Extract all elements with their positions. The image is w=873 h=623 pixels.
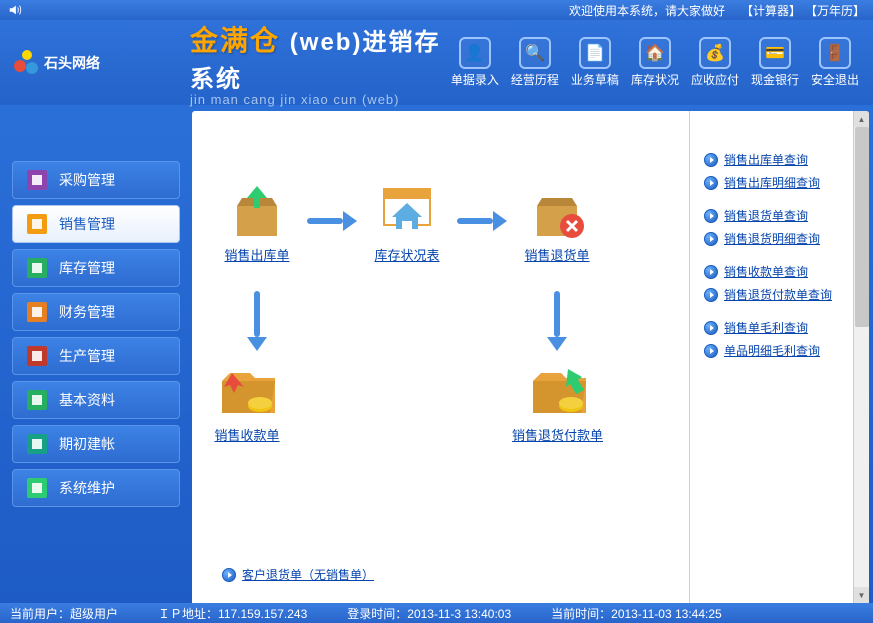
arrow-icon [307, 211, 357, 231]
sidebar: 采购管理销售管理库存管理财务管理生产管理基本资料期初建帐系统维护 [4, 111, 192, 603]
nav-icon [27, 346, 47, 366]
bullet-icon [704, 153, 718, 167]
topbar: 欢迎使用本系统，请大家做好 【计算器】 【万年历】 [0, 0, 873, 20]
nav-icon [27, 434, 47, 454]
toolbar-icon: 🏠 [639, 37, 671, 69]
bullet-icon [704, 344, 718, 358]
status-ip: ＩＰ地址：117.159.157.243 [158, 605, 307, 622]
box-cancel-icon [522, 181, 592, 241]
speaker-icon [8, 3, 22, 17]
nav-4[interactable]: 生产管理 [12, 337, 180, 375]
header: 石头网络 金满仓 (web)进销存系统 jin man cang jin xia… [0, 20, 873, 105]
nav-icon [27, 302, 47, 322]
scroll-down-icon[interactable]: ▼ [854, 587, 869, 603]
nav-7[interactable]: 系统维护 [12, 469, 180, 507]
toolbar-3[interactable]: 🏠库存状况 [627, 35, 683, 90]
query-link[interactable]: 销售收款单查询 [704, 263, 861, 280]
status-login: 登录时间：2013-11-3 13:40:03 [347, 605, 511, 622]
flow-stock[interactable]: 库存状况表 [372, 181, 442, 264]
status-user: 当前用户：超级用户 [10, 605, 118, 622]
query-link[interactable]: 销售出库明细查询 [704, 174, 861, 191]
scroll-thumb[interactable] [855, 127, 869, 327]
toolbar-5[interactable]: 💳现金银行 [747, 35, 803, 90]
logo: 石头网络 [10, 48, 190, 78]
customer-return-link[interactable]: 客户退货单（无销售单） [222, 566, 374, 583]
bullet-icon [704, 176, 718, 190]
flow-receipt[interactable]: 销售收款单 [212, 361, 282, 444]
nav-2[interactable]: 库存管理 [12, 249, 180, 287]
query-panel: 销售出库单查询销售出库明细查询销售退货单查询销售退货明细查询销售收款单查询销售退… [689, 111, 869, 603]
query-group-2: 销售收款单查询销售退货付款单查询 [704, 263, 861, 303]
toolbar-icon: 👤 [459, 37, 491, 69]
folder-coins-icon [212, 361, 282, 421]
statusbar: 当前用户：超级用户 ＩＰ地址：117.159.157.243 登录时间：2013… [0, 603, 873, 623]
logo-icon [10, 48, 40, 78]
bullet-icon [222, 568, 236, 582]
bullet-icon [704, 209, 718, 223]
arrow-down-icon [247, 291, 267, 351]
arrow-icon [457, 211, 507, 231]
nav-3[interactable]: 财务管理 [12, 293, 180, 331]
flow-return[interactable]: 销售退货单 [522, 181, 592, 264]
toolbar-2[interactable]: 📄业务草稿 [567, 35, 623, 90]
flow-sales-out[interactable]: 销售出库单 [222, 181, 292, 264]
toolbar-4[interactable]: 💰应收应付 [687, 35, 743, 90]
calculator-link[interactable]: 【计算器】 [741, 2, 801, 19]
bullet-icon [704, 232, 718, 246]
box-out-icon [222, 181, 292, 241]
nav-icon [27, 170, 47, 190]
query-group-0: 销售出库单查询销售出库明细查询 [704, 151, 861, 191]
query-link[interactable]: 销售退货明细查询 [704, 230, 861, 247]
calendar-link[interactable]: 【万年历】 [805, 2, 865, 19]
arrow-down-icon [547, 291, 567, 351]
bullet-icon [704, 265, 718, 279]
query-link[interactable]: 销售退货付款单查询 [704, 286, 861, 303]
bullet-icon [704, 321, 718, 335]
query-link[interactable]: 销售单毛利查询 [704, 319, 861, 336]
query-group-1: 销售退货单查询销售退货明细查询 [704, 207, 861, 247]
flow-refund[interactable]: 销售退货付款单 [512, 361, 603, 444]
bullet-icon [704, 288, 718, 302]
query-link[interactable]: 销售退货单查询 [704, 207, 861, 224]
scroll-up-icon[interactable]: ▲ [854, 111, 869, 127]
nav-6[interactable]: 期初建帐 [12, 425, 180, 463]
toolbar-6[interactable]: 🚪安全退出 [807, 35, 863, 90]
nav-5[interactable]: 基本资料 [12, 381, 180, 419]
toolbar-icon: 💳 [759, 37, 791, 69]
app-title: 金满仓 (web)进销存系统 jin man cang jin xiao cun… [190, 19, 447, 107]
scrollbar[interactable]: ▲ ▼ [853, 111, 869, 603]
nav-0[interactable]: 采购管理 [12, 161, 180, 199]
nav-icon [27, 214, 47, 234]
folder-arrow-icon [523, 361, 593, 421]
toolbar-1[interactable]: 🔍经营历程 [507, 35, 563, 90]
nav-1[interactable]: 销售管理 [12, 205, 180, 243]
nav-icon [27, 258, 47, 278]
toolbar-icon: 📄 [579, 37, 611, 69]
status-now: 当前时间：2013-11-03 13:44:25 [551, 605, 722, 622]
main-panel: 销售出库单 库存状况表 销售退货单 [192, 111, 869, 603]
toolbar-0[interactable]: 👤单据录入 [447, 35, 503, 90]
welcome-text: 欢迎使用本系统，请大家做好 [569, 2, 725, 19]
logo-text: 石头网络 [44, 53, 100, 73]
toolbar-icon: 🚪 [819, 37, 851, 69]
flow-canvas: 销售出库单 库存状况表 销售退货单 [192, 111, 689, 603]
toolbar: 👤单据录入🔍经营历程📄业务草稿🏠库存状况💰应收应付💳现金银行🚪安全退出 [447, 35, 863, 90]
nav-icon [27, 478, 47, 498]
query-link[interactable]: 销售出库单查询 [704, 151, 861, 168]
house-table-icon [372, 181, 442, 241]
toolbar-icon: 🔍 [519, 37, 551, 69]
toolbar-icon: 💰 [699, 37, 731, 69]
nav-icon [27, 390, 47, 410]
query-link[interactable]: 单品明细毛利查询 [704, 342, 861, 359]
query-group-3: 销售单毛利查询单品明细毛利查询 [704, 319, 861, 359]
